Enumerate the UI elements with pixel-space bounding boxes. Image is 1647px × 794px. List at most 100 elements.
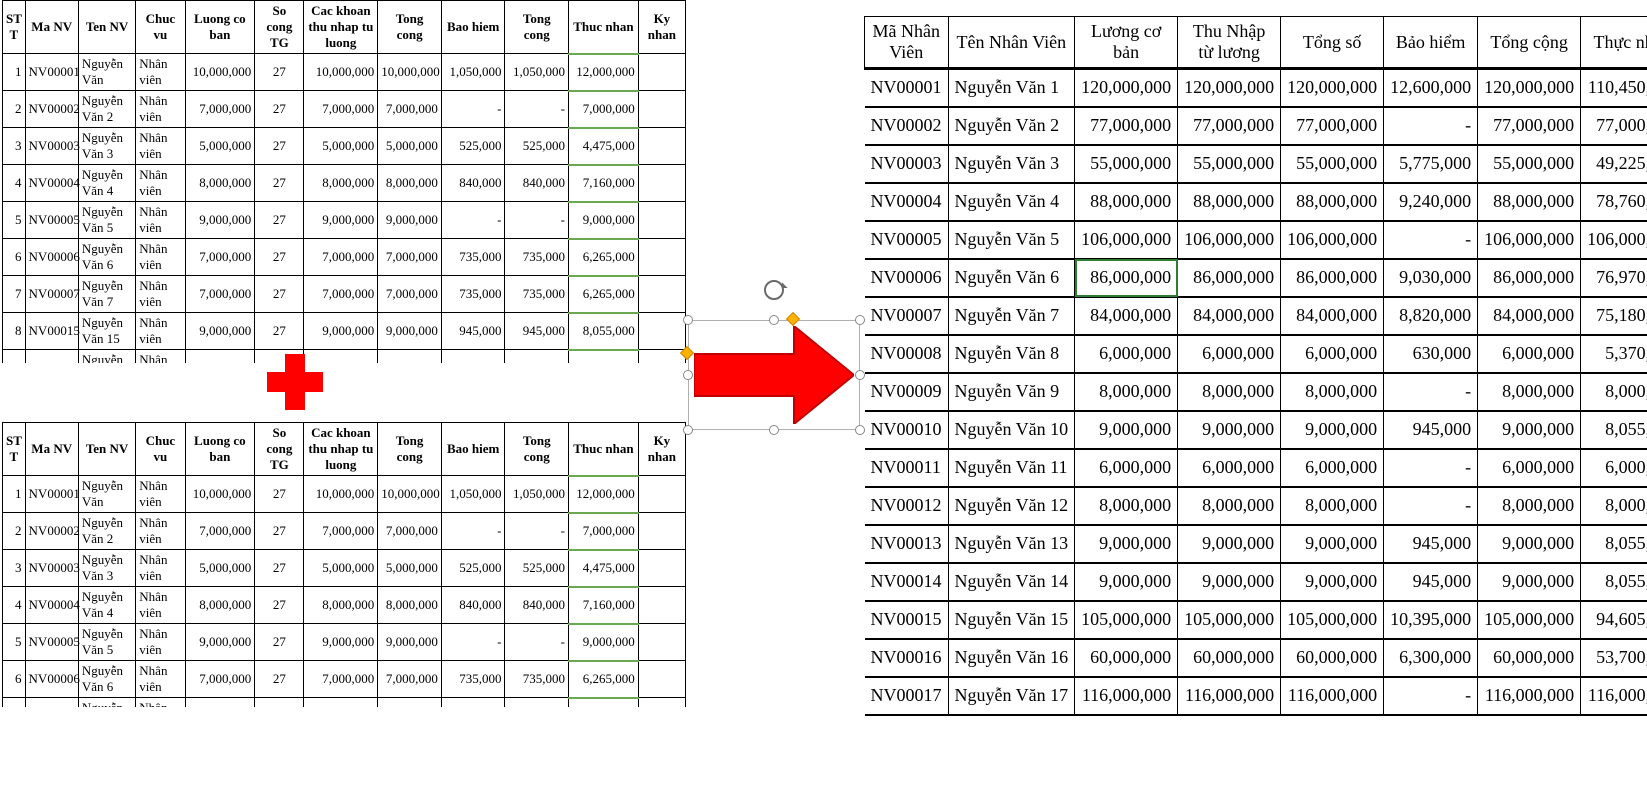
cell-tn[interactable]: 6,000,000 [1581,449,1647,487]
cell-tntl[interactable]: 105,000,000 [1178,601,1281,639]
cell-tc[interactable]: 120,000,000 [1478,69,1581,107]
cell-bh[interactable]: - [1384,221,1478,259]
cell-tn[interactable]: 94,605,000 [1581,601,1647,639]
cell-lcb[interactable]: 9,000,000 [1075,525,1178,563]
cell-ma[interactable]: NV00003 [865,145,949,183]
cell-lcb[interactable]: 116,000,000 [1075,677,1178,715]
cell-lcb[interactable]: 86,000,000 [1075,259,1178,297]
cell-bh[interactable]: 9,240,000 [1384,183,1478,221]
cell-tc[interactable]: 8,000,000 [1478,487,1581,525]
cell-ten[interactable]: Nguyễn Văn 13 [948,525,1075,563]
cell-ma[interactable]: NV00016 [865,639,949,677]
cell-tn[interactable]: 106,000,000 [1581,221,1647,259]
cell-ten[interactable]: Nguyễn Văn 4 [948,183,1075,221]
cell-ma[interactable]: NV00010 [865,411,949,449]
cell-tntl[interactable]: 8,000,000 [1178,487,1281,525]
rotate-handle-icon[interactable] [764,280,784,300]
cell-tc[interactable]: 6,000,000 [1478,449,1581,487]
cell-lcb[interactable]: 77,000,000 [1075,107,1178,145]
cell-tntl[interactable]: 6,000,000 [1178,449,1281,487]
cell-ts[interactable]: 8,000,000 [1281,487,1384,525]
cell-tntl[interactable]: 6,000,000 [1178,335,1281,373]
cell-tntl[interactable]: 88,000,000 [1178,183,1281,221]
cell-ten[interactable]: Nguyễn Văn 15 [948,601,1075,639]
cell-lcb[interactable]: 9,000,000 [1075,411,1178,449]
cell-tn[interactable]: 116,000,000 [1581,677,1647,715]
cell-tntl[interactable]: 106,000,000 [1178,221,1281,259]
cell-tntl[interactable]: 9,000,000 [1178,525,1281,563]
cell-bh[interactable]: 9,030,000 [1384,259,1478,297]
cell-ten[interactable]: Nguyễn Văn 12 [948,487,1075,525]
cell-tc[interactable]: 55,000,000 [1478,145,1581,183]
cell-tc[interactable]: 8,000,000 [1478,373,1581,411]
cell-tc[interactable]: 9,000,000 [1478,411,1581,449]
plus-shape[interactable] [267,354,323,410]
cell-ts[interactable]: 105,000,000 [1281,601,1384,639]
cell-tntl[interactable]: 86,000,000 [1178,259,1281,297]
cell-bh[interactable]: 12,600,000 [1384,69,1478,107]
cell-tn[interactable]: 49,225,000 [1581,145,1647,183]
cell-tc[interactable]: 9,000,000 [1478,563,1581,601]
cell-tc[interactable]: 116,000,000 [1478,677,1581,715]
cell-tn[interactable]: 8,055,000 [1581,563,1647,601]
cell-ma[interactable]: NV00017 [865,677,949,715]
cell-tc[interactable]: 86,000,000 [1478,259,1581,297]
cell-bh[interactable]: 630,000 [1384,335,1478,373]
cell-lcb[interactable]: 55,000,000 [1075,145,1178,183]
cell-tc[interactable]: 60,000,000 [1478,639,1581,677]
cell-ma[interactable]: NV00004 [865,183,949,221]
cell-ten[interactable]: Nguyễn Văn 14 [948,563,1075,601]
cell-bh[interactable]: 5,775,000 [1384,145,1478,183]
cell-ts[interactable]: 84,000,000 [1281,297,1384,335]
resize-handle[interactable] [683,315,693,325]
cell-bh[interactable]: - [1384,107,1478,145]
cell-ma[interactable]: NV00008 [865,335,949,373]
cell-tn[interactable]: 8,055,000 [1581,525,1647,563]
cell-tn[interactable]: 110,450,000 [1581,69,1647,107]
cell-bh[interactable]: - [1384,487,1478,525]
cell-ten[interactable]: Nguyễn Văn 1 [948,69,1075,107]
cell-ts[interactable]: 88,000,000 [1281,183,1384,221]
cell-tn[interactable]: 76,970,000 [1581,259,1647,297]
cell-ts[interactable]: 6,000,000 [1281,335,1384,373]
cell-ma[interactable]: NV00011 [865,449,949,487]
cell-bh[interactable]: 945,000 [1384,525,1478,563]
cell-ten[interactable]: Nguyễn Văn 2 [948,107,1075,145]
cell-bh[interactable]: - [1384,373,1478,411]
cell-lcb[interactable]: 120,000,000 [1075,69,1178,107]
cell-ts[interactable]: 106,000,000 [1281,221,1384,259]
cell-ts[interactable]: 9,000,000 [1281,525,1384,563]
cell-tntl[interactable]: 55,000,000 [1178,145,1281,183]
cell-ts[interactable]: 8,000,000 [1281,373,1384,411]
cell-bh[interactable]: 945,000 [1384,563,1478,601]
cell-tntl[interactable]: 8,000,000 [1178,373,1281,411]
cell-ts[interactable]: 9,000,000 [1281,563,1384,601]
cell-ma[interactable]: NV00006 [865,259,949,297]
cell-lcb[interactable]: 9,000,000 [1075,563,1178,601]
cell-ts[interactable]: 55,000,000 [1281,145,1384,183]
cell-tc[interactable]: 106,000,000 [1478,221,1581,259]
cell-ma[interactable]: NV00001 [865,69,949,107]
arrow-shape-selected[interactable] [688,320,860,430]
cell-tntl[interactable]: 84,000,000 [1178,297,1281,335]
cell-tn[interactable]: 8,000,000 [1581,487,1647,525]
cell-lcb[interactable]: 8,000,000 [1075,373,1178,411]
cell-ma[interactable]: NV00015 [865,601,949,639]
cell-ts[interactable]: 120,000,000 [1281,69,1384,107]
cell-ten[interactable]: Nguyễn Văn 3 [948,145,1075,183]
cell-ten[interactable]: Nguyễn Văn 10 [948,411,1075,449]
cell-bh[interactable]: 945,000 [1384,411,1478,449]
cell-tntl[interactable]: 116,000,000 [1178,677,1281,715]
cell-ma[interactable]: NV00007 [865,297,949,335]
cell-ts[interactable]: 77,000,000 [1281,107,1384,145]
cell-bh[interactable]: 10,395,000 [1384,601,1478,639]
cell-lcb[interactable]: 6,000,000 [1075,335,1178,373]
resize-handle[interactable] [683,370,693,380]
cell-ts[interactable]: 9,000,000 [1281,411,1384,449]
cell-tn[interactable]: 78,760,000 [1581,183,1647,221]
cell-tc[interactable]: 77,000,000 [1478,107,1581,145]
cell-ts[interactable]: 6,000,000 [1281,449,1384,487]
cell-ten[interactable]: Nguyễn Văn 16 [948,639,1075,677]
cell-bh[interactable]: - [1384,449,1478,487]
cell-ma[interactable]: NV00002 [865,107,949,145]
